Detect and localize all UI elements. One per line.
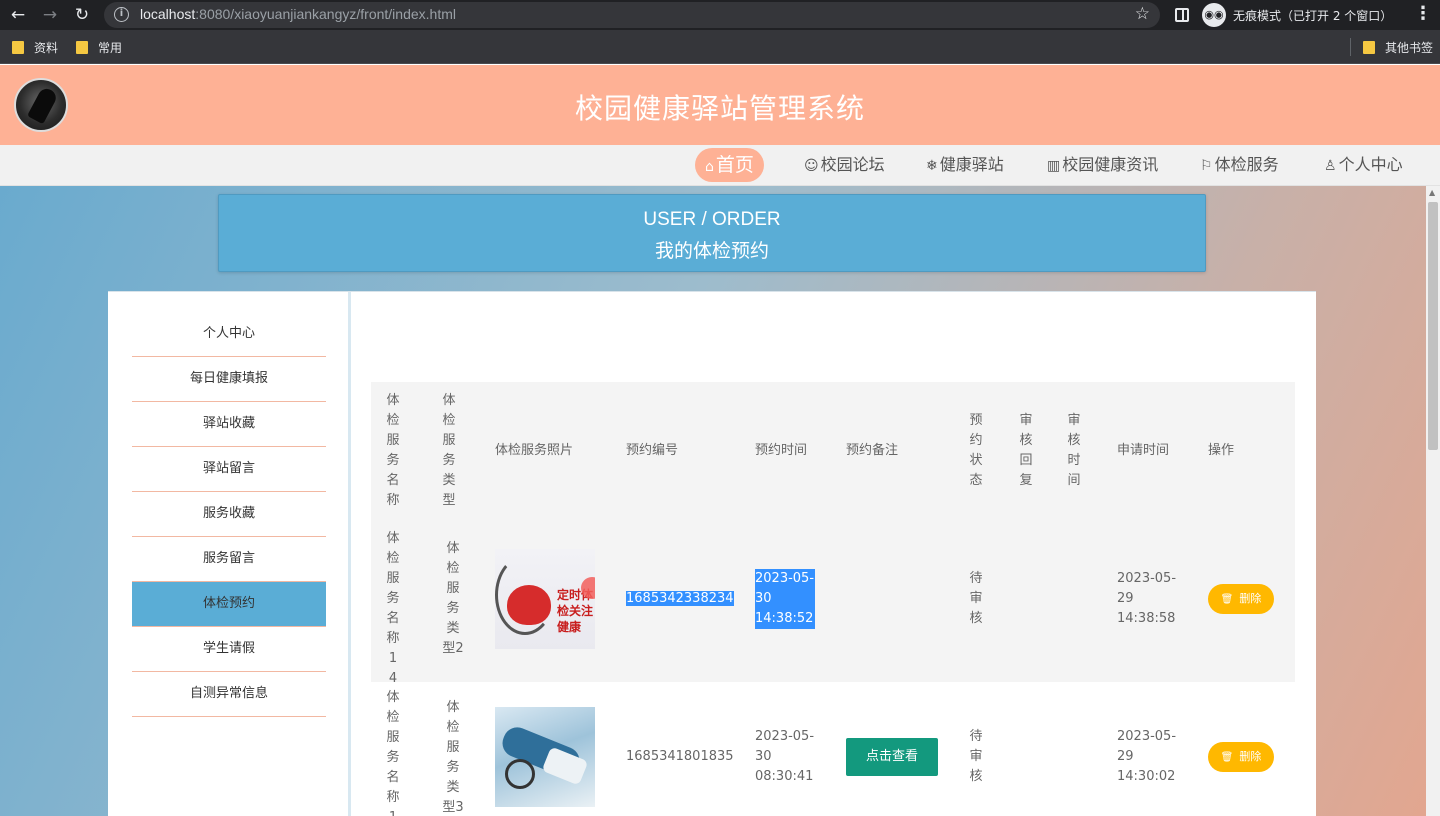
bookmark-folder-ziliao[interactable]: 资料: [12, 39, 58, 56]
photo-cuff: [541, 746, 589, 786]
service-photo[interactable]: [495, 707, 595, 807]
page-banner: USER / ORDER 我的体检预约: [218, 194, 1206, 272]
page-scrollbar[interactable]: ▲: [1426, 186, 1440, 816]
scroll-up-icon[interactable]: ▲: [1429, 188, 1435, 197]
info-icon[interactable]: i: [114, 7, 129, 22]
sidebar-item-service-messages[interactable]: 服务留言: [132, 537, 326, 582]
cell-service-type: 体检服务类型3: [442, 700, 464, 815]
cell-status: 待审核: [969, 571, 983, 626]
incognito-icon: ◉◉: [1202, 3, 1226, 27]
nav-health-station[interactable]: ❄ 健康驿站: [916, 148, 1014, 182]
sidebar-item-daily-health-report[interactable]: 每日健康填报: [132, 357, 326, 402]
col-header-photo: 体检服务照片: [495, 443, 574, 458]
bookmark-folder-changyong[interactable]: 常用: [76, 39, 122, 56]
browser-menu-icon[interactable]: ⋮: [1414, 3, 1432, 24]
col-header-status: 预约状态: [969, 413, 983, 488]
photo-stethoscope: [505, 759, 535, 789]
col-header-remark: 预约备注: [846, 443, 899, 458]
cell-status: 待审核: [969, 729, 983, 784]
smile-icon: ☺: [804, 158, 819, 174]
trash-icon: 🗑: [1220, 594, 1234, 605]
sidebar-item-personal-center[interactable]: 个人中心: [132, 312, 326, 357]
banner-title-cn: 我的体检预约: [654, 240, 769, 262]
col-header-actions: 操作: [1208, 443, 1235, 458]
cell-service-name: 体检服务名称13: [386, 690, 400, 816]
snowflake-icon: ❄: [926, 158, 938, 174]
col-header-order-time: 预约时间: [755, 443, 808, 458]
cell-order-time: 2023-05-30 08:30:41: [755, 729, 815, 784]
reload-icon[interactable]: ↻: [71, 4, 93, 26]
top-nav: ⌂ 首页 ☺ 校园论坛 ❄ 健康驿站 ▥ 校园健康资讯 ⚐ 体检服务 ♙ 个人中心: [0, 145, 1440, 186]
folder-icon: [1363, 41, 1375, 54]
sidebar-item-service-favorites[interactable]: 服务收藏: [132, 492, 326, 537]
cell-order-no: 1685341801835: [626, 749, 734, 764]
trash-icon: 🗑: [1220, 752, 1234, 763]
col-header-review-time: 审核时间: [1067, 413, 1081, 488]
booking-table: 体检服务名称 体检服务类型 体检服务照片 预约编号 预约时间 预约备注 预约状态…: [371, 382, 1295, 816]
news-icon: ▥: [1047, 158, 1061, 174]
folder-icon: [12, 41, 24, 54]
bookmark-folder-other[interactable]: 其他书签: [1363, 39, 1433, 56]
nav-checkup-service[interactable]: ⚐ 体检服务: [1190, 148, 1289, 182]
sidebar-item-self-test-abnormal[interactable]: 自测异常信息: [132, 672, 326, 717]
user-icon: ♙: [1324, 158, 1337, 174]
cell-order-time: 2023-05-30 14:38:52: [755, 569, 815, 629]
flag-icon: ⚐: [1200, 158, 1213, 174]
browser-toolbar: ← → ↻ i localhost:8080/xiaoyuanjiankangy…: [0, 0, 1440, 30]
sidebar-item-station-messages[interactable]: 驿站留言: [132, 447, 326, 492]
col-header-order-no: 预约编号: [626, 443, 679, 458]
nav-health-news[interactable]: ▥ 校园健康资讯: [1037, 148, 1168, 182]
address-bar[interactable]: i localhost:8080/xiaoyuanjiankangyz/fron…: [104, 2, 1160, 28]
url-text: localhost:8080/xiaoyuanjiankangyz/front/…: [140, 6, 456, 22]
sidebar-item-student-leave[interactable]: 学生请假: [132, 627, 326, 672]
sidebar-menu: 个人中心 每日健康填报 驿站收藏 驿站留言 服务收藏 服务留言 体检预约 学生请…: [132, 312, 326, 717]
sidebar-item-checkup-booking[interactable]: 体检预约: [132, 582, 326, 627]
nav-forum[interactable]: ☺ 校园论坛: [794, 148, 895, 182]
incognito-label: 无痕模式（已打开 2 个窗口）: [1233, 9, 1393, 23]
cell-apply-time: 2023-05-29 14:30:02: [1117, 729, 1177, 784]
content-divider: [348, 292, 351, 816]
scroll-thumb[interactable]: [1428, 202, 1438, 450]
site-title: 校园健康驿站管理系统: [574, 92, 865, 125]
col-header-reply: 审核回复: [1019, 413, 1033, 488]
nav-home[interactable]: ⌂ 首页: [695, 148, 764, 182]
forward-icon[interactable]: →: [39, 4, 61, 26]
side-panel-icon[interactable]: [1175, 8, 1189, 22]
cell-service-name: 体检服务名称14: [386, 531, 400, 686]
page-viewport: 校园健康驿站管理系统 ⌂ 首页 ☺ 校园论坛 ❄ 健康驿站 ▥ 校园健康资讯 ⚐ 体检服务…: [0, 65, 1440, 816]
cell-order-no: 1685342338234: [626, 591, 734, 606]
service-photo[interactable]: 定时体检关注健康: [495, 549, 595, 649]
sidebar-item-station-favorites[interactable]: 驿站收藏: [132, 402, 326, 447]
banner-subtitle-en: USER / ORDER: [643, 209, 781, 230]
cell-service-type: 体检服务类型2: [442, 541, 464, 656]
col-header-apply-time: 申请时间: [1117, 443, 1170, 458]
incognito-indicator[interactable]: ◉◉ 无痕模式（已打开 2 个窗口）: [1202, 2, 1402, 28]
col-header-service-name: 体检服务名称: [386, 393, 400, 508]
home-icon: ⌂: [705, 159, 714, 175]
bookmarks-bar: 资料 常用 其他书签: [0, 30, 1440, 64]
bookmark-star-icon[interactable]: ☆: [1135, 4, 1150, 24]
back-icon[interactable]: ←: [7, 4, 29, 26]
site-header: 校园健康驿站管理系统: [0, 65, 1440, 145]
delete-button[interactable]: 🗑 删除: [1208, 584, 1274, 614]
table-row: 体检服务名称13 体检服务类型3 1685341801835 2023-05-3…: [371, 684, 1295, 816]
view-remark-button[interactable]: 点击查看: [846, 738, 938, 776]
delete-button[interactable]: 🗑 删除: [1208, 742, 1274, 772]
col-header-service-type: 体检服务类型: [442, 393, 456, 508]
folder-icon: [76, 41, 88, 54]
nav-personal-center[interactable]: ♙ 个人中心: [1314, 148, 1413, 182]
table-row: 体检服务名称14 体检服务类型2 定时体检关注健康 1685342338234 …: [371, 522, 1295, 686]
cell-apply-time: 2023-05-29 14:38:58: [1117, 571, 1177, 626]
heart-shape: [507, 585, 551, 625]
bookmarks-divider: [1350, 38, 1351, 56]
table-header: 体检服务名称 体检服务类型 体检服务照片 预约编号 预约时间 预约备注 预约状态…: [371, 382, 1295, 522]
content-card: 个人中心 每日健康填报 驿站收藏 驿站留言 服务收藏 服务留言 体检预约 学生请…: [108, 291, 1316, 816]
